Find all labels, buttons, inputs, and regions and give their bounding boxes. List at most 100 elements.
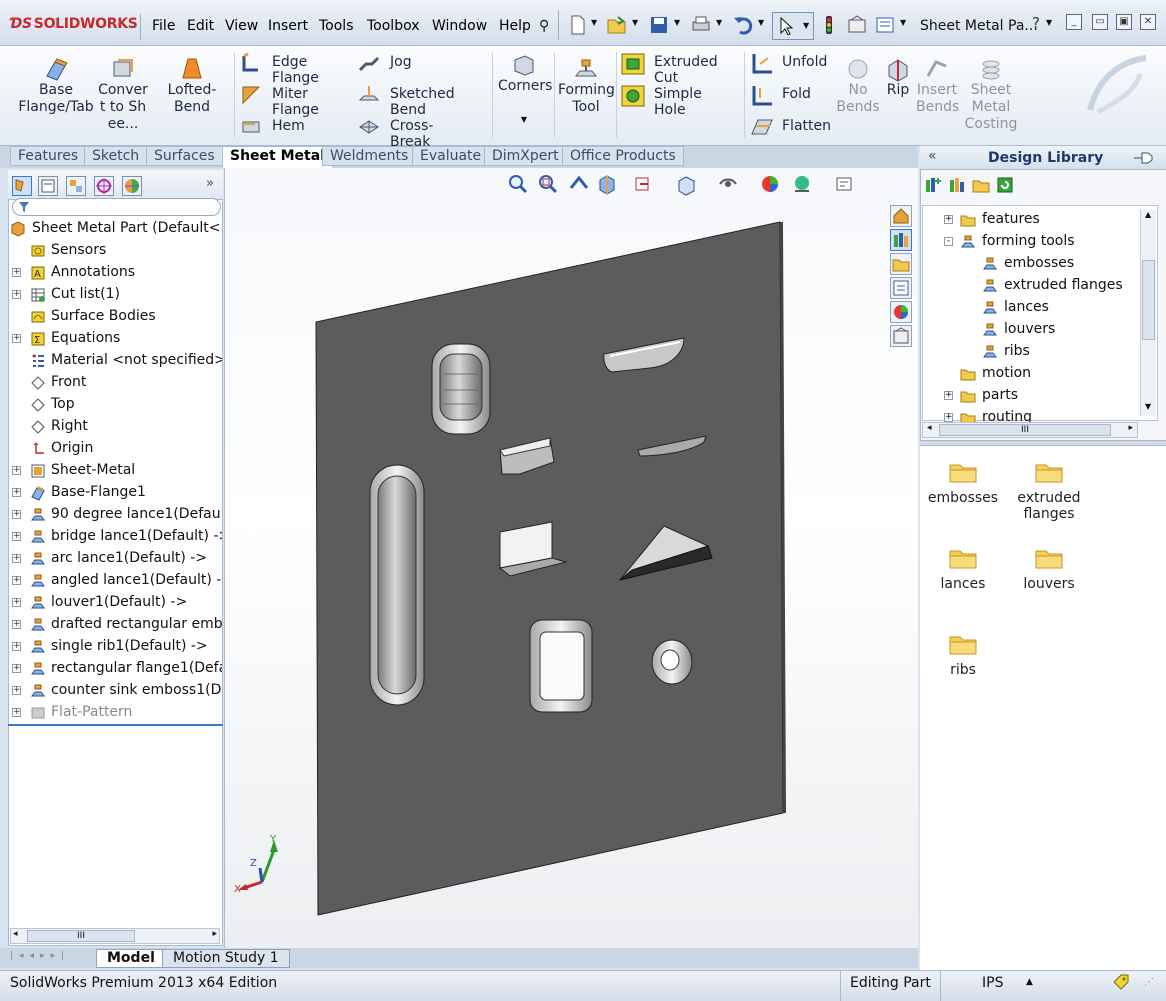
sheet-metal-costing-button[interactable]: Sheet Metal Costing <box>962 56 1020 133</box>
tree-item[interactable]: + single rib1(Default) -> <box>10 637 222 659</box>
lofted-bend-button[interactable]: Lofted-Bend <box>152 56 232 116</box>
design-library-tab-icon[interactable] <box>890 229 912 251</box>
tree-item[interactable]: + Σ Equations <box>10 329 222 351</box>
expand-icon[interactable]: + <box>12 708 21 717</box>
expand-icon[interactable]: + <box>12 576 21 585</box>
expand-icon[interactable]: + <box>12 554 21 563</box>
tree-item[interactable]: + Sheet-Metal <box>10 461 222 483</box>
expand-panel-icon[interactable]: » <box>206 176 214 191</box>
expand-icon[interactable]: + <box>12 642 21 651</box>
select-button[interactable]: ▼ <box>772 12 814 40</box>
tab-surfaces[interactable]: Surfaces <box>146 146 223 166</box>
bottom-tab-motion-study-1[interactable]: Motion Study 1 <box>162 949 290 968</box>
miter-flange-button[interactable]: Miter Flange <box>240 84 319 118</box>
library-tree-hscrollbar[interactable]: ◂ III ▸ <box>922 422 1138 438</box>
menu-file[interactable]: File <box>152 18 175 34</box>
cross-break-button[interactable]: Cross-Break <box>358 116 433 150</box>
fold-button[interactable]: Fold <box>750 84 811 112</box>
rectangular-emboss-feature[interactable] <box>431 343 491 435</box>
open-icon[interactable] <box>606 14 628 36</box>
expand-icon[interactable]: + <box>12 466 21 475</box>
tree-item[interactable]: +90 degree lance1(Default) -> <box>10 505 222 527</box>
new-document-icon[interactable] <box>567 14 589 36</box>
minimize-doc-button[interactable]: _ <box>1066 14 1082 30</box>
feature-tree-tab[interactable] <box>12 176 32 196</box>
expand-icon[interactable]: + <box>12 598 21 607</box>
no-bends-button[interactable]: No Bends <box>836 56 880 116</box>
rectangular-flange-feature[interactable] <box>529 619 593 713</box>
tab-sheet-metal[interactable]: Sheet Metal <box>222 146 333 168</box>
feature-filter-input[interactable] <box>12 198 221 216</box>
tree-item[interactable]: + rectangular flange1(Default <box>10 659 222 681</box>
add-file-location-icon[interactable] <box>948 176 966 194</box>
expand-icon[interactable]: + <box>944 391 953 400</box>
tree-item[interactable]: Sensors <box>10 241 222 263</box>
help-icon[interactable]: ? <box>1032 14 1040 32</box>
menu-toolbox[interactable]: Toolbox <box>367 18 420 34</box>
counter-sink-emboss-feature[interactable] <box>651 639 693 685</box>
menu-window[interactable]: Window <box>432 18 487 34</box>
undo-icon[interactable] <box>732 14 754 36</box>
close-doc-button[interactable]: ✕ <box>1140 14 1156 30</box>
pin-icon[interactable]: ⚲ <box>539 18 549 34</box>
restore-doc-button[interactable]: ▣ <box>1116 14 1132 30</box>
expand-icon[interactable]: + <box>12 664 21 673</box>
expand-icon[interactable]: + <box>12 290 21 299</box>
tree-item[interactable]: Origin <box>10 439 222 461</box>
tab-office-products[interactable]: Office Products <box>562 146 684 166</box>
tree-item[interactable]: + arc lance1(Default) -> <box>10 549 222 571</box>
corners-button[interactable]: Corners ▼ <box>498 52 552 124</box>
create-folder-icon[interactable] <box>972 176 990 194</box>
expand-icon[interactable]: + <box>12 488 21 497</box>
unfold-button[interactable]: Unfold <box>750 52 827 80</box>
add-to-library-icon[interactable] <box>924 176 942 194</box>
tree-item[interactable]: + louver1(Default) -> <box>10 593 222 615</box>
menu-view[interactable]: View <box>225 18 258 34</box>
expand-icon[interactable]: + <box>12 532 21 541</box>
display-manager-tab[interactable] <box>122 176 142 196</box>
expand-icon[interactable]: + <box>944 215 953 224</box>
sheet-metal-model[interactable]: Y X Z <box>224 168 918 948</box>
tree-item[interactable]: + bridge lance1(Default) -> <box>10 527 222 549</box>
tab-sketch[interactable]: Sketch <box>84 146 148 166</box>
resize-grip-icon[interactable]: ⋰ <box>1144 977 1154 988</box>
dimxpert-manager-tab[interactable] <box>94 176 114 196</box>
tab-scroll-arrows[interactable]: |◂◂▸▸| <box>10 951 70 961</box>
view-palette-tab-icon[interactable] <box>890 277 912 299</box>
library-folder[interactable]: louvers <box>1006 546 1092 592</box>
tab-evaluate[interactable]: Evaluate <box>412 146 490 166</box>
tree-item[interactable]: + angled lance1(Default) -> <box>10 571 222 593</box>
rip-button[interactable]: Rip <box>882 56 914 99</box>
menu-insert[interactable]: Insert <box>268 18 308 34</box>
tab-dimxpert[interactable]: DimXpert <box>484 146 567 166</box>
tree-item[interactable]: Material <not specified> <box>10 351 222 373</box>
hem-button[interactable]: Hem <box>240 116 305 142</box>
resources-tab-icon[interactable] <box>890 205 912 227</box>
tab-features[interactable]: Features <box>10 146 87 166</box>
tree-item[interactable]: Right <box>10 417 222 439</box>
expand-icon[interactable]: + <box>944 413 953 422</box>
simple-hole-button[interactable]: Simple Hole <box>620 84 702 118</box>
library-folder[interactable]: ribs <box>920 632 1006 678</box>
flatten-button[interactable]: Flatten <box>750 116 831 142</box>
units-selector[interactable]: IPS <box>982 975 1003 991</box>
base-flange-button[interactable]: Base Flange/Tab <box>18 56 94 116</box>
library-folder[interactable]: lances <box>920 546 1006 592</box>
file-properties-icon[interactable] <box>846 14 868 36</box>
expand-icon[interactable]: + <box>12 268 21 277</box>
forming-tool-button[interactable]: Forming Tool <box>558 56 615 116</box>
file-explorer-tab-icon[interactable] <box>890 253 912 275</box>
save-icon[interactable] <box>648 14 670 36</box>
tree-item[interactable]: Top <box>10 395 222 417</box>
rebuild-icon[interactable] <box>818 14 840 36</box>
library-folder[interactable]: embosses <box>920 460 1006 506</box>
tree-item[interactable]: Front <box>10 373 222 395</box>
configuration-manager-tab[interactable] <box>66 176 86 196</box>
insert-bends-button[interactable]: Insert Bends <box>916 56 959 116</box>
collapse-panel-icon[interactable]: « <box>928 148 937 164</box>
tree-item[interactable]: Surface Bodies <box>10 307 222 329</box>
property-manager-tab[interactable] <box>38 176 58 196</box>
custom-properties-tab-icon[interactable] <box>890 325 912 347</box>
menu-help[interactable]: Help <box>499 18 531 34</box>
convert-to-sheet-metal-button[interactable]: Convert to Shee... <box>96 56 150 133</box>
